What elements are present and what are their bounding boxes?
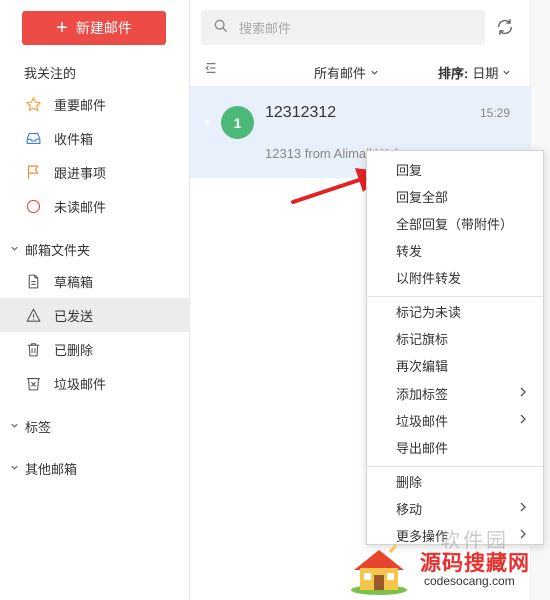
watermark-url: codesocang.com: [424, 574, 515, 588]
menu-item-add-tag[interactable]: 添加标签: [367, 380, 543, 407]
sort-label: 排序:: [438, 66, 469, 81]
sidebar-item-followup[interactable]: 跟进事项: [0, 155, 190, 189]
sidebar-item-label: 已发送: [54, 308, 94, 324]
menu-item-reply[interactable]: 回复: [367, 156, 543, 183]
search-input[interactable]: 搜索邮件: [201, 10, 485, 45]
filter-label: 所有邮件: [314, 66, 367, 81]
inbox-icon: [24, 129, 42, 147]
menu-item-label: 添加标签: [396, 387, 449, 402]
chevron-down-icon: [10, 244, 19, 256]
favorites-header: 我关注的: [24, 66, 77, 81]
tags-toggle[interactable]: 标签: [10, 417, 51, 436]
list-toolbar: 所有邮件 排序: 日期: [190, 56, 530, 84]
refresh-icon: [497, 19, 513, 35]
sent-icon: [24, 306, 42, 324]
sidebar-item-label: 重要邮件: [54, 97, 107, 113]
folders-header: 邮箱文件夹: [25, 243, 91, 258]
sidebar-item-drafts[interactable]: 草稿箱: [0, 264, 190, 298]
search-placeholder: 搜索邮件: [239, 21, 292, 36]
sidebar-item-label: 收件箱: [54, 131, 94, 147]
menu-item-forward[interactable]: 转发: [367, 237, 543, 264]
menu-item-export[interactable]: 导出邮件: [367, 434, 543, 461]
sort-dropdown[interactable]: 排序: 日期: [438, 63, 511, 82]
sidebar-item-inbox[interactable]: 收件箱: [0, 121, 190, 155]
sidebar-item-important[interactable]: 重要邮件: [0, 87, 190, 121]
draft-icon: [24, 272, 42, 290]
chevron-down-icon: [10, 463, 19, 475]
other-mailboxes-header: 其他邮箱: [25, 462, 78, 477]
spam-icon: [24, 374, 42, 392]
sidebar-item-label: 未读邮件: [54, 199, 107, 215]
mail-sender: 12312312: [265, 104, 337, 121]
menu-divider: [367, 296, 543, 297]
watermark-house-icon: [351, 544, 407, 595]
star-icon: [24, 95, 42, 113]
new-mail-label: 新建邮件: [75, 20, 132, 36]
collapse-sidebar-icon[interactable]: [204, 61, 218, 78]
new-mail-button[interactable]: + 新建邮件: [22, 11, 166, 45]
circle-icon: [24, 197, 42, 215]
refresh-button[interactable]: [494, 16, 516, 38]
chevron-down-icon: [371, 70, 378, 75]
menu-item-edit-again[interactable]: 再次编辑: [367, 352, 543, 379]
sidebar-item-deleted[interactable]: 已删除: [0, 332, 190, 366]
menu-item-mark-unread[interactable]: 标记为未读: [367, 298, 543, 325]
trash-icon: [24, 340, 42, 358]
sidebar: + 新建邮件 我关注的 重要邮件 收件箱 跟进事项 未读邮件 邮箱文件夹 草稿箱…: [0, 0, 190, 600]
menu-item-mark-flag[interactable]: 标记旗标: [367, 325, 543, 352]
chevron-down-icon: [10, 421, 19, 433]
filter-dropdown[interactable]: 所有邮件: [314, 63, 379, 82]
watermark-title: 源码搜藏网: [420, 552, 530, 575]
menu-item-delete[interactable]: 删除: [367, 468, 543, 495]
sidebar-item-label: 垃圾邮件: [54, 376, 107, 392]
sidebar-item-sent[interactable]: 已发送: [0, 298, 190, 332]
sidebar-item-spam[interactable]: 垃圾邮件: [0, 366, 190, 400]
sort-value: 日期: [472, 66, 499, 81]
sidebar-item-unread[interactable]: 未读邮件: [0, 189, 190, 223]
menu-item-reply-all-with-attachments[interactable]: 全部回复（带附件）: [367, 210, 543, 237]
sidebar-item-label: 跟进事项: [54, 165, 107, 181]
flag-icon: [24, 163, 42, 181]
menu-item-label: 移动: [396, 502, 423, 517]
menu-item-label: 垃圾邮件: [396, 414, 449, 429]
chevron-right-icon: [519, 501, 527, 516]
chevron-right-icon: [519, 528, 527, 543]
mail-time: 15:29: [479, 106, 510, 120]
chevron-right-icon: [519, 386, 527, 401]
avatar: 1: [221, 106, 254, 139]
menu-item-reply-all[interactable]: 回复全部: [367, 183, 543, 210]
sidebar-item-label: 草稿箱: [54, 274, 94, 290]
plus-icon: +: [56, 17, 68, 39]
tags-header: 标签: [25, 420, 52, 435]
menu-item-spam[interactable]: 垃圾邮件: [367, 407, 543, 434]
menu-item-forward-as-attachment[interactable]: 以附件转发: [367, 264, 543, 291]
context-menu: 回复 回复全部 全部回复（带附件） 转发 以附件转发 标记为未读 标记旗标 再次…: [366, 150, 544, 545]
search-icon: [213, 18, 229, 37]
menu-divider: [367, 466, 543, 467]
chevron-right-icon: [519, 413, 527, 428]
folders-toggle[interactable]: 邮箱文件夹: [10, 240, 90, 259]
chevron-down-icon: [503, 70, 510, 75]
other-mailboxes-toggle[interactable]: 其他邮箱: [10, 459, 77, 478]
unread-dot: [205, 120, 210, 125]
sidebar-item-label: 已删除: [54, 342, 94, 358]
menu-item-move[interactable]: 移动: [367, 495, 543, 522]
